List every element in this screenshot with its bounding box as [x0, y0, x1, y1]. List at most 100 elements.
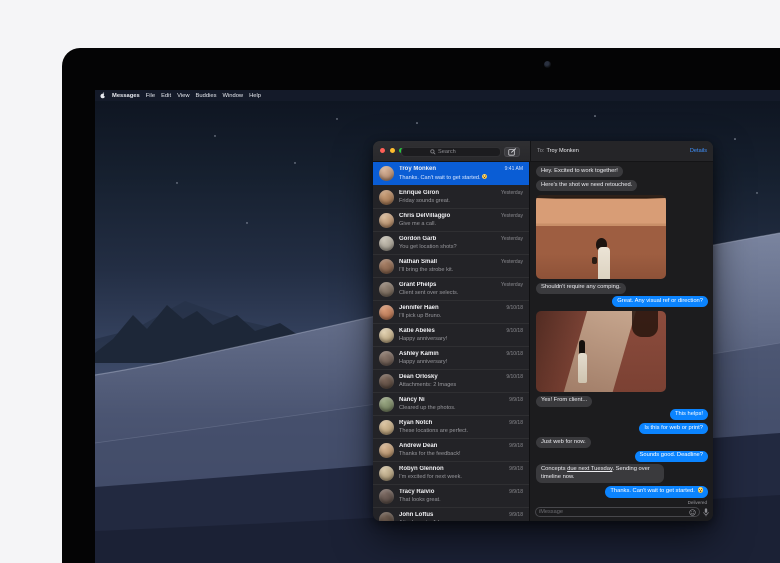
attachment-reference-shot[interactable] — [536, 311, 666, 391]
menu-bar: Messages File Edit View Buddies Window Help — [95, 90, 780, 101]
sent-message: Is this for web or print? — [639, 423, 708, 434]
emoji-picker-icon[interactable] — [689, 509, 696, 516]
conversation-list: Troy Monken Thanks. Can't wait to get st… — [373, 162, 530, 521]
conversation-row[interactable]: Enrique Giron Friday sounds great. Yeste… — [373, 185, 529, 208]
sent-message: Thanks. Can't wait to get started. — [605, 486, 708, 498]
conversation-preview: That looks great. — [399, 497, 523, 504]
details-link[interactable]: Details — [690, 148, 707, 154]
conversation-name: Dean Orlosky — [399, 374, 523, 382]
smile-emoji — [482, 174, 488, 180]
conversation-name: Katie Abeles — [399, 328, 523, 336]
received-message: Here's the shot we need retouched. — [536, 180, 637, 191]
conversation-preview: I'll pick up Bruno. — [399, 313, 523, 320]
menu-item-edit[interactable]: Edit — [161, 93, 171, 99]
imac-bezel: Messages File Edit View Buddies Window Help — [62, 48, 780, 563]
screen: Messages File Edit View Buddies Window Help — [95, 90, 780, 563]
conversation-time: 9/10/18 — [506, 351, 523, 357]
conversation-preview: Friday sounds great. — [399, 198, 523, 205]
conversation-time: Yesterday — [501, 282, 523, 288]
conversation-row[interactable]: Tracy Raivio That looks great. 9/9/18 — [373, 484, 529, 507]
conversation-row[interactable]: Ryan Notch These locations are perfect. … — [373, 415, 529, 438]
conversation-time: 9/10/18 — [506, 374, 523, 380]
dictation-button[interactable] — [703, 508, 709, 517]
conversation-preview: Thanks. Can't wait to get started. — [399, 174, 523, 182]
conversation-time: 9/9/18 — [509, 466, 523, 472]
search-icon — [430, 149, 436, 155]
close-button[interactable] — [380, 148, 385, 153]
received-message: Yes! From client... — [536, 396, 592, 407]
received-message: Concepts due next Tuesday. Sending over … — [536, 464, 664, 482]
conversation-preview: I'll bring the strobe kit. — [399, 267, 523, 274]
conversation-row[interactable]: Andrew Dean Thanks for the feedback! 9/9… — [373, 438, 529, 461]
conversation-time: 9/9/18 — [509, 420, 523, 426]
conversation-preview: Happy anniversary! — [399, 336, 523, 343]
compose-button[interactable] — [504, 147, 520, 157]
menu-item-messages[interactable]: Messages — [112, 93, 140, 99]
conversation-preview: Attachments: 1 Image — [399, 520, 523, 522]
avatar — [379, 282, 394, 297]
apple-icon[interactable] — [100, 92, 106, 99]
conversation-row[interactable]: Robyn Glennon I'm excited for next week.… — [373, 461, 529, 484]
conversation-row[interactable]: Troy Monken Thanks. Can't wait to get st… — [373, 162, 529, 185]
received-message: Hey. Excited to work together! — [536, 166, 623, 177]
menu-item-buddies[interactable]: Buddies — [196, 93, 217, 99]
desktop: Messages File Edit View Buddies Window Help — [0, 0, 780, 563]
avatar — [379, 397, 394, 412]
avatar — [379, 328, 394, 343]
conversation-preview: These locations are perfect. — [399, 428, 523, 435]
search-input[interactable] — [438, 149, 472, 155]
menu-item-view[interactable]: View — [177, 93, 189, 99]
menu-item-file[interactable]: File — [146, 93, 155, 99]
message-input-pill[interactable] — [535, 507, 700, 517]
search-field[interactable] — [401, 147, 501, 157]
received-message: Just web for now. — [536, 437, 591, 448]
conversation-time: Yesterday — [501, 259, 523, 265]
menu-item-help[interactable]: Help — [249, 93, 261, 99]
conversation-name: Ashley Kamin — [399, 351, 523, 359]
conversation-time: 9/9/18 — [509, 443, 523, 449]
conversation-row[interactable]: Katie Abeles Happy anniversary! 9/10/18 — [373, 323, 529, 346]
conversation-preview: Cleared up the photos. — [399, 405, 523, 412]
avatar — [379, 512, 394, 522]
conversation-preview: I'm excited for next week. — [399, 474, 523, 481]
message-input-bar — [530, 504, 713, 521]
window-body: Troy Monken Thanks. Can't wait to get st… — [373, 162, 713, 521]
conversation-time: Yesterday — [501, 190, 523, 196]
avatar — [379, 190, 394, 205]
conversation-row[interactable]: Dean Orlosky Attachments: 2 Images 9/10/… — [373, 369, 529, 392]
sent-message: This helps! — [670, 409, 708, 420]
conversation-name: Jennifer Haen — [399, 305, 523, 313]
conversation-row[interactable]: Nancy Ni Cleared up the photos. 9/9/18 — [373, 392, 529, 415]
conversation-name: Andrew Dean — [399, 443, 523, 451]
conversation-preview: Client sent over selects. — [399, 290, 523, 297]
attachment-retouch-shot[interactable] — [536, 195, 666, 279]
chat-header: To: Troy Monken Details — [530, 141, 713, 161]
avatar — [379, 236, 394, 251]
conversation-row[interactable]: Grant Phelps Client sent over selects. Y… — [373, 277, 529, 300]
microphone-icon — [703, 508, 709, 517]
conversation-row[interactable]: Nathan Small I'll bring the strobe kit. … — [373, 254, 529, 277]
sent-message: Great. Any visual ref or direction? — [612, 296, 708, 307]
conversation-row[interactable]: Ashley Kamin Happy anniversary! 9/10/18 — [373, 346, 529, 369]
conversation-row[interactable]: Jennifer Haen I'll pick up Bruno. 9/10/1… — [373, 300, 529, 323]
conversation-preview: Give me a call. — [399, 221, 523, 228]
avatar — [379, 374, 394, 389]
conversation-time: 9/9/18 — [509, 397, 523, 403]
to-label: To: — [537, 148, 544, 154]
conversation-row[interactable]: Gordon Garb You get location shots? Yest… — [373, 231, 529, 254]
minimize-button[interactable] — [390, 148, 395, 153]
sent-message: Sounds good. Deadline? — [635, 451, 709, 462]
avatar — [379, 466, 394, 481]
conversation-time: 9/9/18 — [509, 512, 523, 518]
imac-camera — [544, 61, 551, 68]
conversation-row[interactable]: Chris DelVillaggio Give me a call. Yeste… — [373, 208, 529, 231]
conversation-name: Ryan Notch — [399, 420, 523, 428]
message-input[interactable] — [539, 509, 689, 515]
conversation-preview: Thanks for the feedback! — [399, 451, 523, 458]
menu-item-window[interactable]: Window — [222, 93, 243, 99]
conversation-time: Yesterday — [501, 236, 523, 242]
conversation-row[interactable]: John Loftus Attachments: 1 Image 9/9/18 — [373, 507, 529, 521]
avatar — [379, 259, 394, 274]
recipient-name: Troy Monken — [546, 148, 578, 154]
window-titlebar[interactable]: To: Troy Monken Details — [373, 141, 713, 162]
